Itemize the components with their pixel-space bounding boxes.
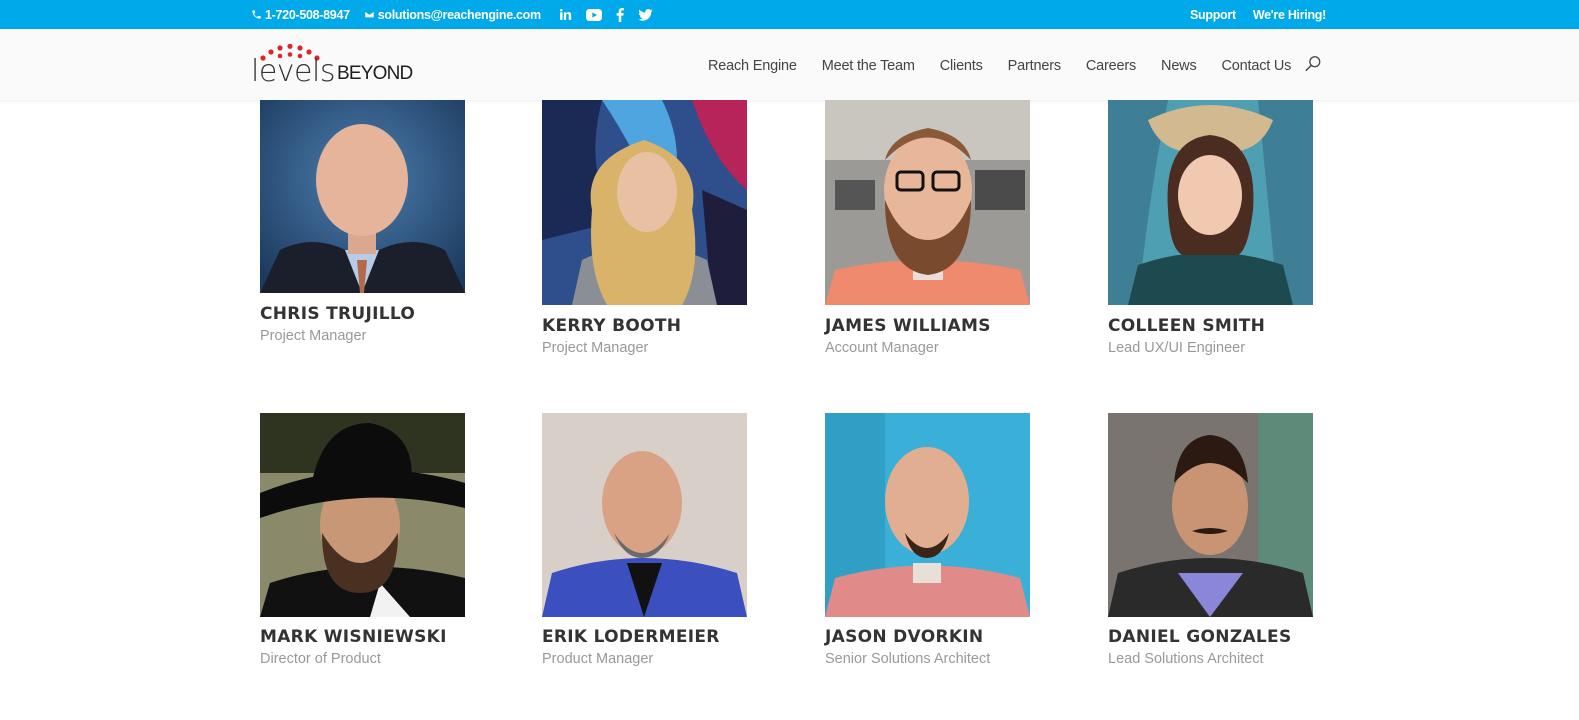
member-name: JAMES WILLIAMS xyxy=(825,316,991,336)
member-role: Product Manager xyxy=(542,651,654,667)
member-role: Project Manager xyxy=(260,328,367,344)
logo-beyond-text: BEYOND xyxy=(336,63,413,84)
top-bar: 1-720-508-8947 solutions@reachengine.com… xyxy=(0,0,1579,29)
support-link[interactable]: Support xyxy=(1190,8,1236,22)
nav-item-news[interactable]: News xyxy=(1161,58,1197,74)
search-icon[interactable] xyxy=(1304,55,1322,73)
twitter-icon[interactable] xyxy=(638,8,653,21)
nav-item-clients[interactable]: Clients xyxy=(940,58,983,74)
member-name: MARK WISNIEWSKI xyxy=(260,627,447,647)
member-name: JASON DVORKIN xyxy=(825,627,984,647)
nav-item-contact-us[interactable]: Contact Us xyxy=(1222,58,1292,74)
phone-number: 1-720-508-8947 xyxy=(265,7,350,22)
logo-wordmark: levels BEYOND xyxy=(251,54,413,89)
phone-link[interactable]: 1-720-508-8947 xyxy=(251,8,350,22)
member-name: COLLEEN SMITH xyxy=(1108,316,1266,336)
member-role: Project Manager xyxy=(542,340,649,356)
envelope-icon xyxy=(364,10,375,19)
top-bar-contact: 1-720-508-8947 solutions@reachengine.com xyxy=(251,0,653,29)
nav-item-careers[interactable]: Careers xyxy=(1086,58,1136,74)
hiring-link[interactable]: We're Hiring! xyxy=(1253,8,1326,22)
nav-item-meet-the-team[interactable]: Meet the Team xyxy=(822,58,915,74)
member-photo xyxy=(825,100,1030,305)
nav-item-reach-engine[interactable]: Reach Engine xyxy=(708,58,797,74)
member-name: ERIK LODERMEIER xyxy=(542,627,720,647)
nav-item-partners[interactable]: Partners xyxy=(1008,58,1061,74)
member-name: KERRY BOOTH xyxy=(542,316,682,336)
top-bar-links: Support We're Hiring! xyxy=(1190,0,1326,29)
main-nav: Reach Engine Meet the Team Clients Partn… xyxy=(708,58,1316,74)
member-role: Director of Product xyxy=(260,651,381,667)
member-role: Lead UX/UI Engineer xyxy=(1108,340,1246,356)
phone-icon xyxy=(252,10,261,19)
logo-levels-text: levels xyxy=(251,54,335,89)
member-photo xyxy=(260,100,465,293)
levels-beyond-logo[interactable]: levels BEYOND xyxy=(251,43,443,89)
member-photo xyxy=(1108,413,1313,617)
linkedin-icon[interactable] xyxy=(559,8,572,21)
member-role: Lead Solutions Architect xyxy=(1108,651,1264,667)
member-name: CHRIS TRUJILLO xyxy=(260,304,416,324)
member-photo xyxy=(542,100,747,305)
member-role: Senior Solutions Architect xyxy=(825,651,991,667)
member-photo xyxy=(542,413,747,617)
member-photo xyxy=(260,413,465,617)
member-photo xyxy=(1108,100,1313,305)
main-header: levels BEYOND Reach Engine Meet the Team… xyxy=(0,29,1579,100)
email-link[interactable]: solutions@reachengine.com xyxy=(364,8,541,22)
member-photo xyxy=(825,413,1030,617)
email-address: solutions@reachengine.com xyxy=(377,7,541,22)
facebook-icon[interactable] xyxy=(616,7,624,22)
youtube-icon[interactable] xyxy=(585,8,602,21)
social-links xyxy=(559,7,653,22)
member-name: DANIEL GONZALES xyxy=(1108,627,1292,647)
member-role: Account Manager xyxy=(825,340,939,356)
